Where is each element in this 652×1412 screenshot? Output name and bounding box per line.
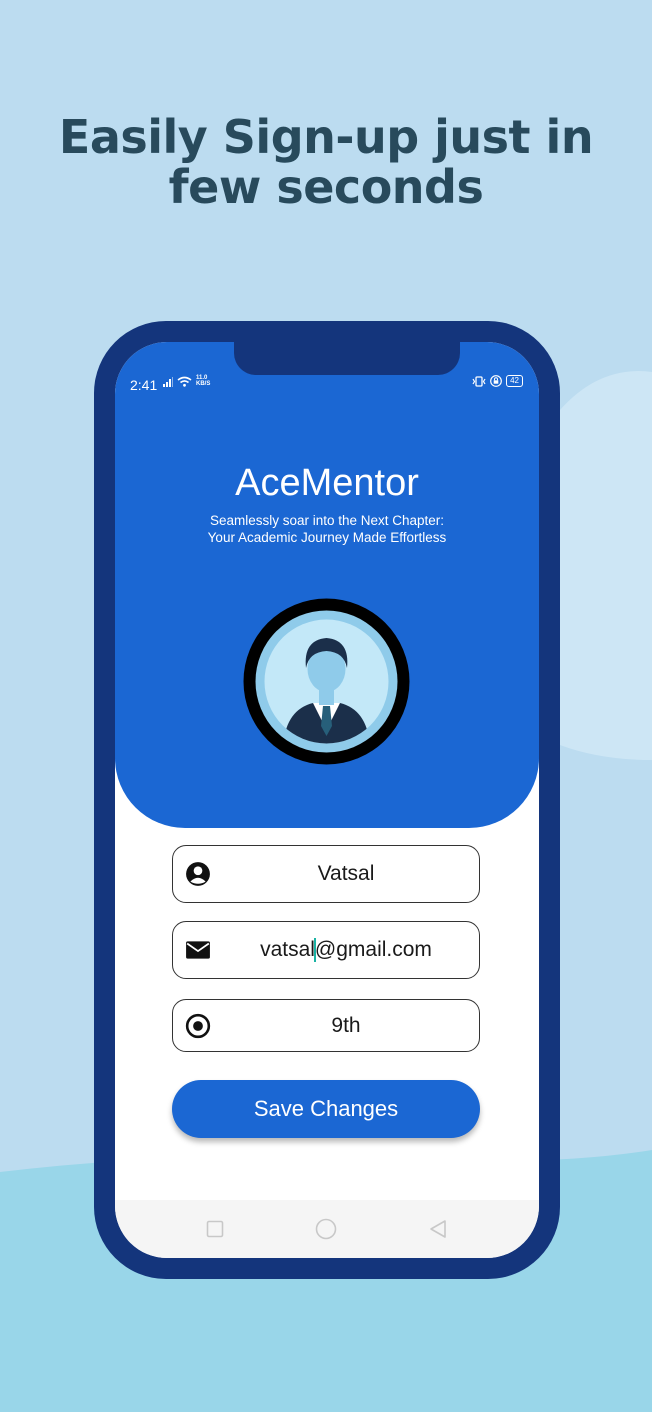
square-recents-icon[interactable] xyxy=(206,1220,224,1238)
signal-icon xyxy=(163,377,173,387)
phone-screen: 2:41 11.0 KB/S 42 AceMentor Seamlessly s… xyxy=(115,342,539,1258)
circle-home-icon[interactable] xyxy=(315,1218,337,1240)
grade-value: 9th xyxy=(331,1013,361,1037)
status-right-icons: 42 xyxy=(472,375,523,387)
status-left-icons: 11.0 KB/S xyxy=(163,375,210,387)
save-changes-button[interactable]: Save Changes xyxy=(172,1080,480,1138)
account-circle-icon xyxy=(186,862,210,886)
headline-line-2: few seconds xyxy=(168,160,484,214)
email-text-before-cursor: vatsal xyxy=(260,938,315,961)
name-value: Vatsal xyxy=(317,862,375,885)
system-nav-bar xyxy=(115,1200,539,1258)
avatar-image xyxy=(243,598,410,765)
status-time: 2:41 xyxy=(130,377,158,393)
vibrate-icon xyxy=(472,375,486,387)
profile-avatar[interactable] xyxy=(243,598,410,765)
speed-unit: KB/S xyxy=(196,381,211,387)
email-value: vatsal @gmail.com xyxy=(213,922,479,978)
wifi-icon xyxy=(177,376,192,387)
phone-frame: 2:41 11.0 KB/S 42 AceMentor Seamlessly s… xyxy=(94,321,560,1279)
app-tagline: Seamlessly soar into the Next Chapter: Y… xyxy=(115,512,539,546)
tagline-line-2: Your Academic Journey Made Effortless xyxy=(207,530,447,545)
phone-notch xyxy=(234,342,460,375)
headline-line-1: Easily Sign-up just in xyxy=(58,110,594,164)
radio-target-icon xyxy=(185,1013,211,1038)
tagline-line-1: Seamlessly soar into the Next Chapter: xyxy=(209,513,445,528)
email-text-after-cursor: @gmail.com xyxy=(314,938,432,961)
headline: Easily Sign-up just in few seconds xyxy=(0,112,652,212)
name-field[interactable]: Vatsal xyxy=(172,845,480,903)
grade-field[interactable]: 9th xyxy=(172,999,480,1052)
app-title: AceMentor xyxy=(235,462,419,504)
email-field[interactable]: vatsal @gmail.com xyxy=(172,921,480,979)
network-speed: 11.0 KB/S xyxy=(196,375,210,387)
mail-icon xyxy=(186,941,210,959)
triangle-back-icon[interactable] xyxy=(428,1219,448,1239)
lock-icon xyxy=(490,375,502,387)
battery-indicator: 42 xyxy=(506,375,523,387)
